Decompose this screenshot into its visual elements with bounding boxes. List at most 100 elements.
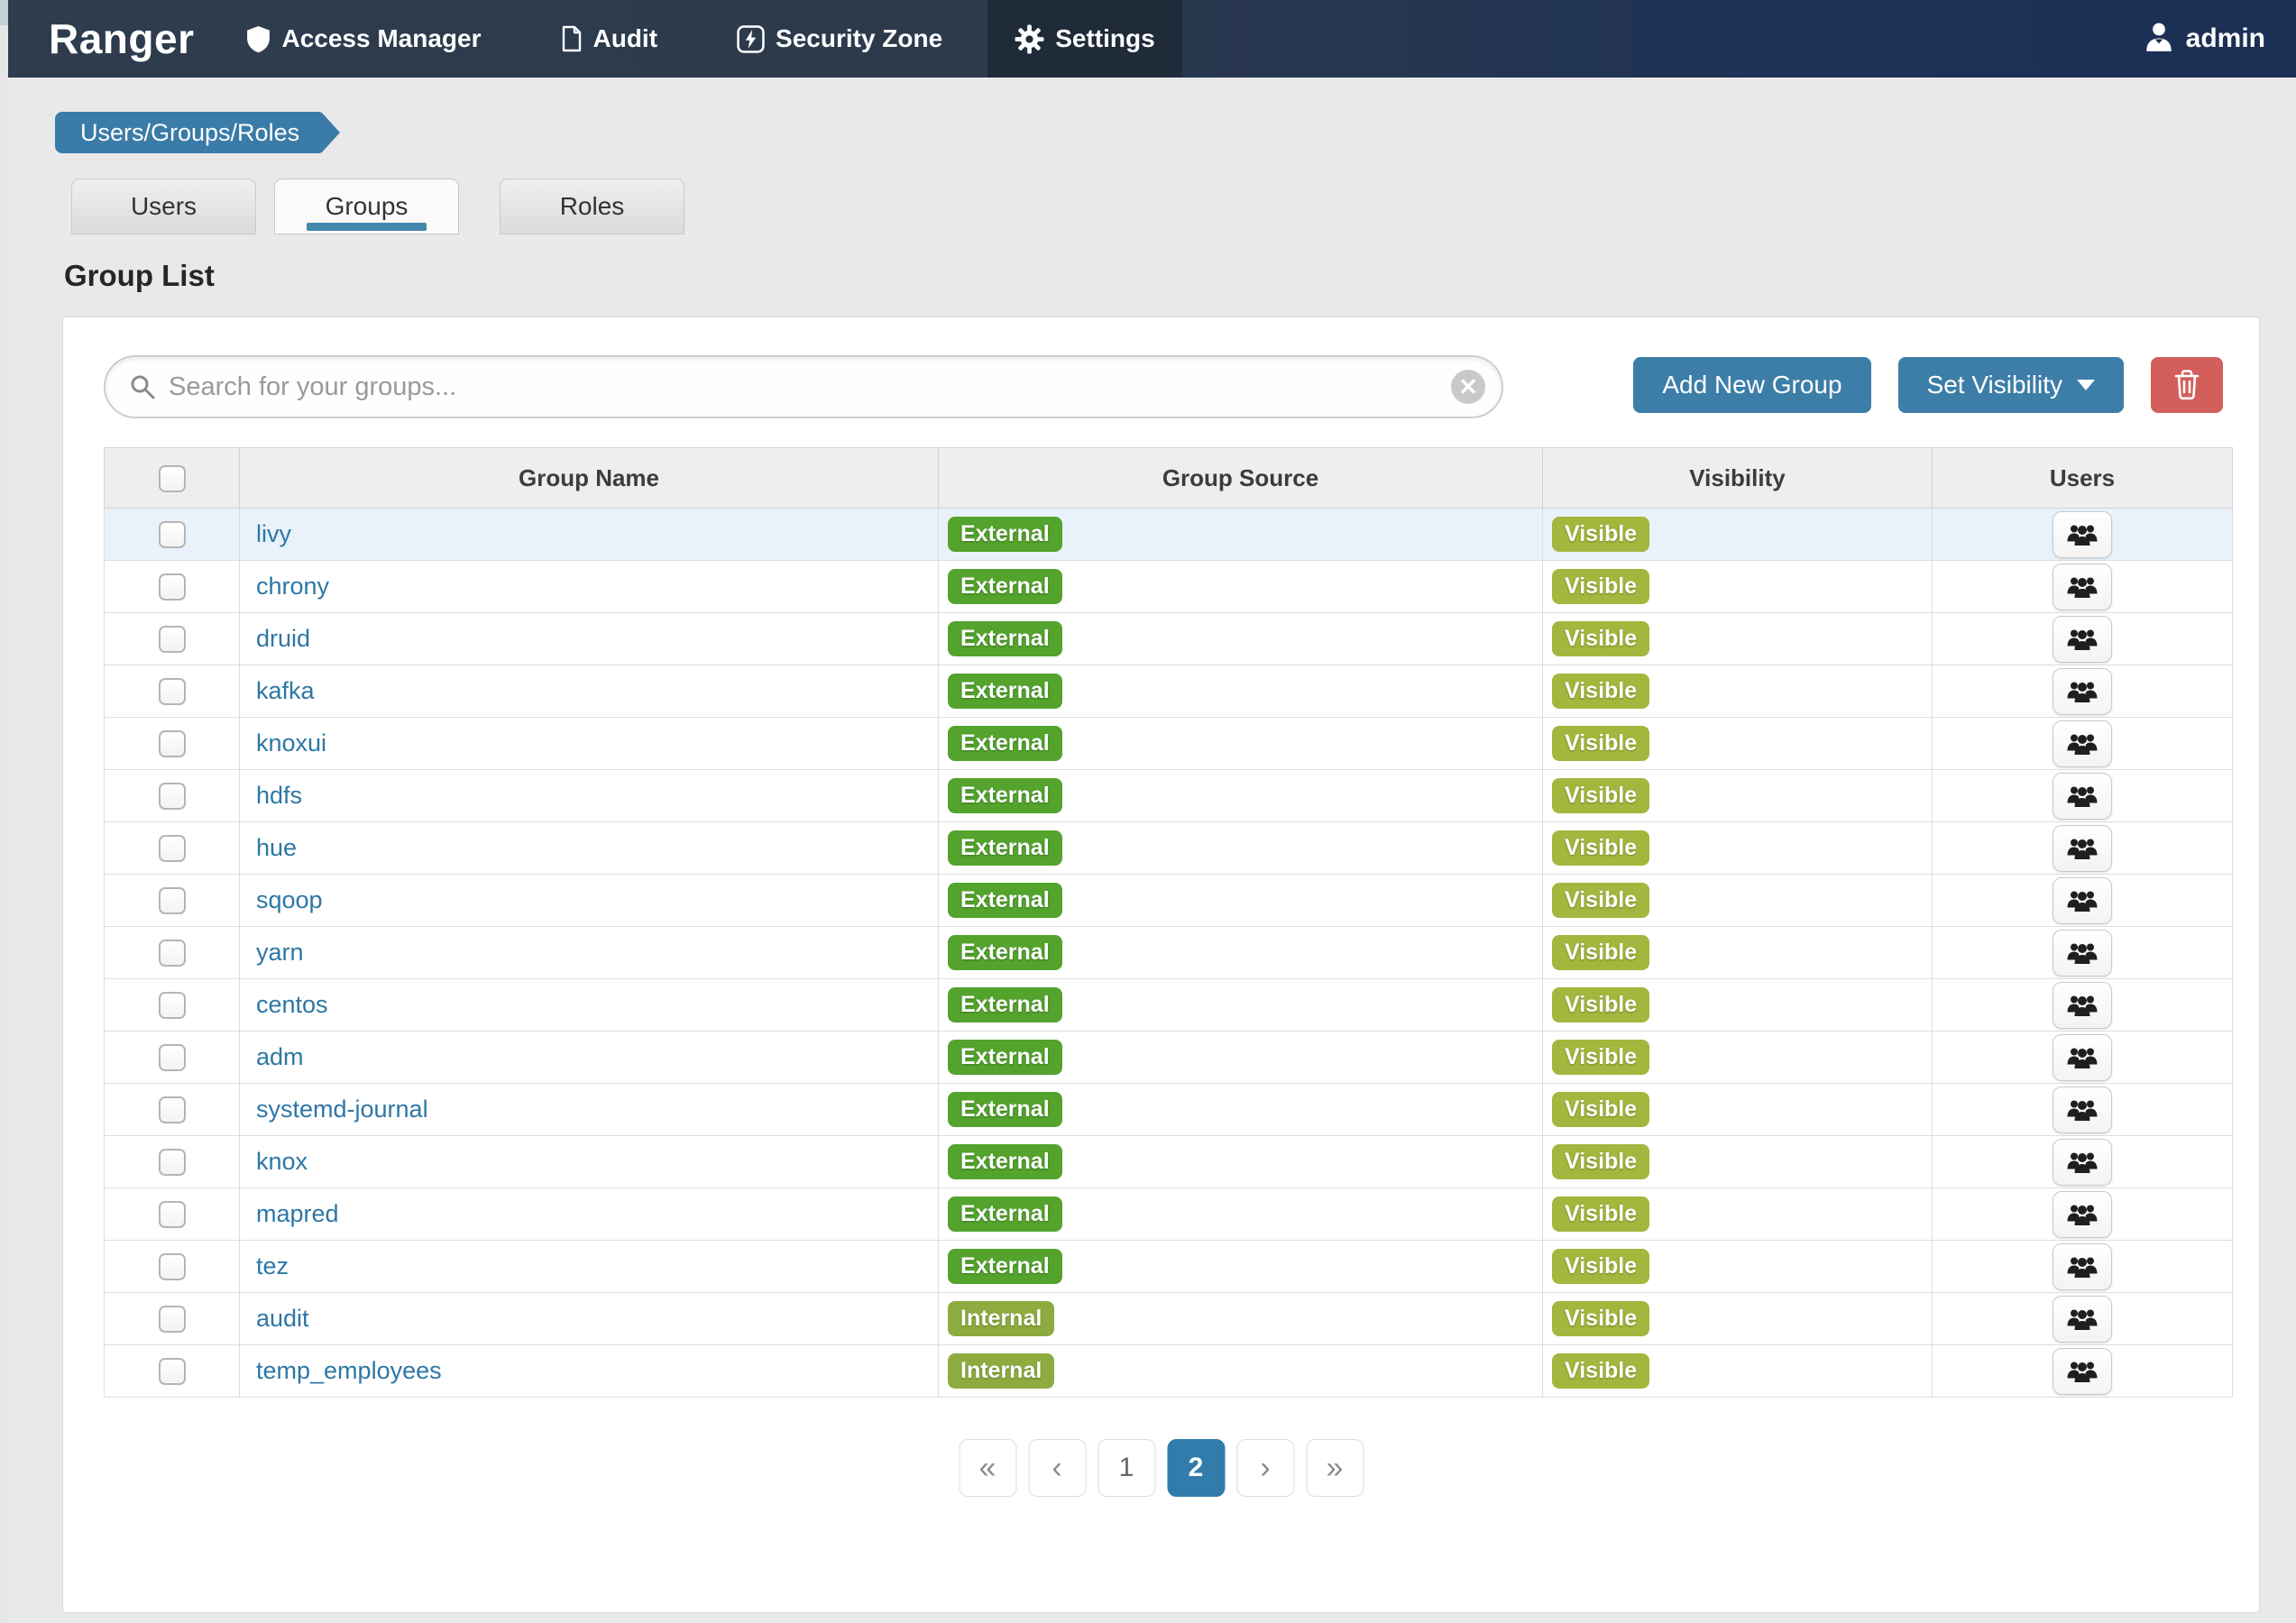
group-name-link[interactable]: yarn	[256, 939, 304, 966]
nav-item-audit[interactable]: Audit	[534, 0, 685, 78]
row-checkbox[interactable]	[159, 1358, 186, 1385]
pagination-page-1[interactable]: 1	[1097, 1439, 1155, 1497]
users-group-icon	[2067, 1202, 2098, 1226]
nav-item-settings[interactable]: Settings	[987, 0, 1181, 78]
users-group-icon	[2067, 1307, 2098, 1331]
row-checkbox[interactable]	[159, 940, 186, 967]
visibility-badge: Visible	[1552, 778, 1649, 813]
pagination: «‹12›»	[959, 1439, 1364, 1497]
group-users-button[interactable]	[2053, 1348, 2112, 1395]
group-source-badge: External	[948, 1144, 1062, 1179]
group-source-badge: External	[948, 935, 1062, 970]
group-name-link[interactable]: knox	[256, 1148, 308, 1175]
row-checkbox[interactable]	[159, 1306, 186, 1333]
group-users-button[interactable]	[2053, 1087, 2112, 1133]
breadcrumb[interactable]: Users/Groups/Roles	[55, 112, 321, 153]
users-group-icon	[2067, 1359, 2098, 1383]
group-source-badge: External	[948, 726, 1062, 761]
group-name-link[interactable]: kafka	[256, 677, 315, 704]
group-name-link[interactable]: chrony	[256, 573, 329, 600]
group-name-link[interactable]: livy	[256, 520, 291, 547]
row-checkbox[interactable]	[159, 783, 186, 810]
bolt-icon	[737, 25, 765, 53]
row-checkbox[interactable]	[159, 1253, 186, 1280]
row-checkbox[interactable]	[159, 1149, 186, 1176]
group-name-link[interactable]: druid	[256, 625, 310, 652]
group-users-button[interactable]	[2053, 1296, 2112, 1343]
group-name-link[interactable]: tez	[256, 1252, 289, 1279]
row-checkbox[interactable]	[159, 1044, 186, 1071]
set-visibility-button[interactable]: Set Visibility	[1898, 357, 2124, 413]
select-all-checkbox[interactable]	[159, 465, 186, 492]
column-header-group-source: Group Source	[939, 448, 1543, 509]
pagination-last[interactable]: »	[1306, 1439, 1364, 1497]
row-checkbox[interactable]	[159, 626, 186, 653]
table-row: temp_employees Internal Visible	[105, 1345, 2233, 1398]
pagination-first[interactable]: «	[959, 1439, 1016, 1497]
table-row: tez External Visible	[105, 1241, 2233, 1293]
row-checkbox[interactable]	[159, 1096, 186, 1123]
tab-users[interactable]: Users	[71, 179, 256, 234]
group-source-badge: External	[948, 1197, 1062, 1232]
nav-item-security-zone[interactable]: Security Zone	[710, 0, 969, 78]
gear-icon	[1015, 24, 1044, 54]
group-users-button[interactable]	[2053, 1139, 2112, 1186]
group-users-button[interactable]	[2053, 511, 2112, 558]
row-checkbox[interactable]	[159, 992, 186, 1019]
table-header-row: Group NameGroup SourceVisibilityUsers	[105, 448, 2233, 509]
nav-item-access-manager[interactable]: Access Manager	[219, 0, 508, 78]
group-users-button[interactable]	[2053, 1034, 2112, 1081]
row-checkbox[interactable]	[159, 1201, 186, 1228]
search-bar: ✕	[104, 355, 1503, 418]
group-users-button[interactable]	[2053, 825, 2112, 872]
delete-button[interactable]	[2151, 357, 2223, 413]
pagination-prev[interactable]: ‹	[1028, 1439, 1086, 1497]
group-users-button[interactable]	[2053, 668, 2112, 715]
group-users-button[interactable]	[2053, 773, 2112, 820]
column-header-group-name: Group Name	[240, 448, 939, 509]
search-clear-icon[interactable]: ✕	[1451, 370, 1485, 404]
group-users-button[interactable]	[2053, 616, 2112, 663]
tab-roles[interactable]: Roles	[500, 179, 684, 234]
users-group-icon	[2067, 731, 2098, 756]
group-name-link[interactable]: mapred	[256, 1200, 339, 1227]
group-users-button[interactable]	[2053, 1243, 2112, 1290]
group-users-button[interactable]	[2053, 982, 2112, 1029]
group-name-link[interactable]: audit	[256, 1305, 309, 1332]
row-checkbox[interactable]	[159, 678, 186, 705]
group-name-link[interactable]: systemd-journal	[256, 1096, 428, 1123]
pagination-page-2[interactable]: 2	[1167, 1439, 1225, 1497]
tab-groups[interactable]: Groups	[274, 179, 459, 234]
group-name-link[interactable]: centos	[256, 991, 328, 1018]
group-users-button[interactable]	[2053, 877, 2112, 924]
ranger-logo[interactable]: Ranger	[49, 14, 194, 63]
group-name-link[interactable]: hdfs	[256, 782, 302, 809]
group-name-link[interactable]: sqoop	[256, 886, 323, 913]
user-menu[interactable]: admin	[2143, 21, 2265, 58]
users-group-icon	[2067, 993, 2098, 1017]
add-new-group-button[interactable]: Add New Group	[1633, 357, 1870, 413]
group-users-button[interactable]	[2053, 720, 2112, 767]
visibility-badge: Visible	[1552, 883, 1649, 918]
users-group-icon	[2067, 888, 2098, 912]
group-source-badge: External	[948, 517, 1062, 552]
group-name-link[interactable]: hue	[256, 834, 297, 861]
visibility-badge: Visible	[1552, 674, 1649, 709]
pagination-next[interactable]: ›	[1236, 1439, 1294, 1497]
users-group-icon	[2067, 522, 2098, 546]
row-checkbox[interactable]	[159, 730, 186, 757]
shield-icon	[246, 25, 271, 53]
row-checkbox[interactable]	[159, 521, 186, 548]
group-source-badge: External	[948, 1040, 1062, 1075]
group-name-link[interactable]: adm	[256, 1043, 304, 1070]
group-users-button[interactable]	[2053, 1191, 2112, 1238]
group-users-button[interactable]	[2053, 930, 2112, 977]
row-checkbox[interactable]	[159, 887, 186, 914]
page-title: Group List	[64, 259, 2296, 293]
row-checkbox[interactable]	[159, 835, 186, 862]
search-input[interactable]	[156, 371, 1502, 403]
group-name-link[interactable]: temp_employees	[256, 1357, 442, 1384]
row-checkbox[interactable]	[159, 573, 186, 601]
group-name-link[interactable]: knoxui	[256, 729, 326, 756]
group-users-button[interactable]	[2053, 564, 2112, 610]
